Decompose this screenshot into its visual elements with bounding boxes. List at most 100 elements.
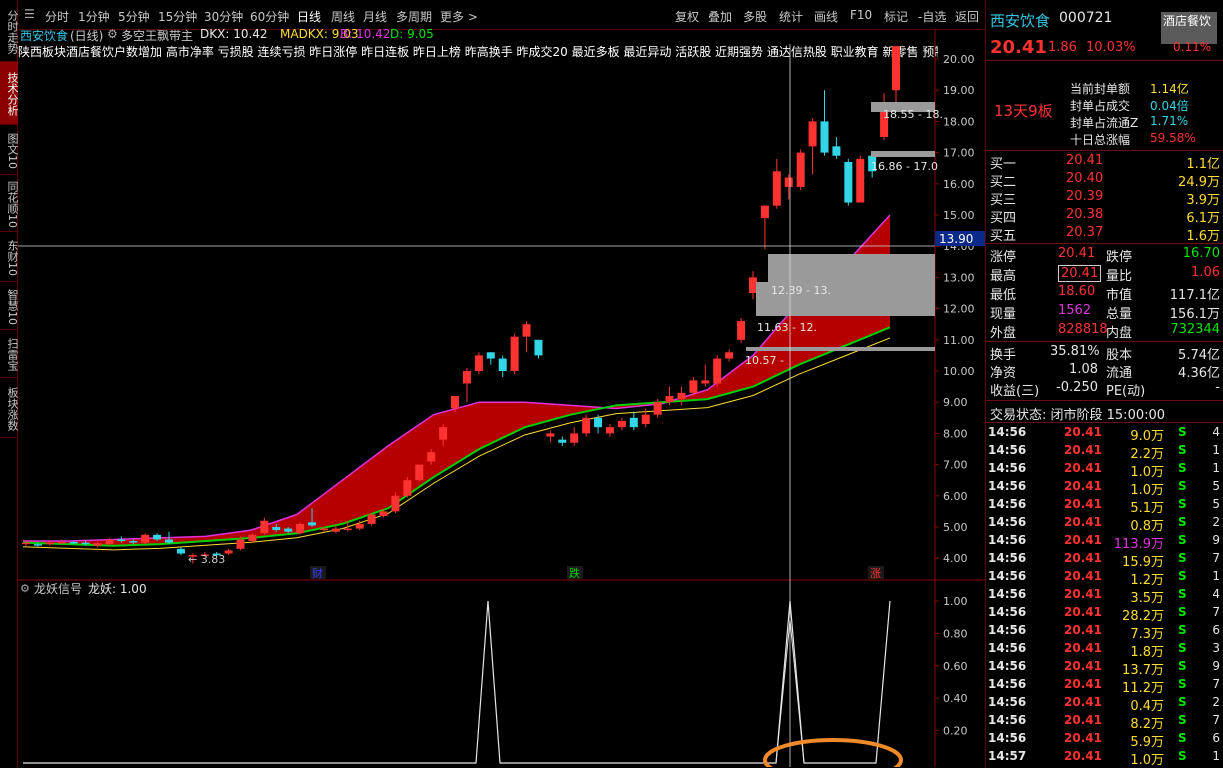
period-tab-2[interactable]: 5分钟	[118, 8, 150, 25]
tick-volume: 13.7万	[1122, 663, 1164, 678]
period-tab-8[interactable]: 月线	[363, 8, 387, 25]
candle-body	[45, 542, 54, 545]
candle-body	[451, 395, 460, 409]
period-tab-5[interactable]: 60分钟	[250, 8, 289, 25]
price-tick: 16.00	[943, 178, 975, 191]
period-tab-9[interactable]: 多周期	[396, 8, 432, 25]
price-tick: 11.00	[943, 334, 975, 347]
price-tick: 12.00	[943, 303, 975, 316]
period-tab-6[interactable]: 日线	[297, 8, 321, 25]
candle-body	[272, 527, 281, 531]
tick-volume: 8.2万	[1130, 717, 1164, 732]
tool-button-0[interactable]: 复权	[675, 8, 699, 25]
quote-label: 总量	[1106, 307, 1133, 322]
bid-price: 20.41	[1066, 153, 1104, 168]
sidebar-item-5[interactable]: 智慧10	[0, 282, 19, 330]
period-tab-3[interactable]: 15分钟	[158, 8, 197, 25]
quote-value: 1.08	[1069, 362, 1098, 377]
tool-button-6[interactable]: 标记	[884, 8, 908, 25]
tick-volume: 1.0万	[1130, 465, 1164, 480]
quote-stock-name: 西安饮食	[990, 12, 1051, 30]
bid-volume: 6.1万	[1186, 211, 1220, 226]
tick-volume: 15.9万	[1122, 555, 1164, 570]
candle-body	[713, 358, 722, 384]
candle-body	[129, 541, 138, 543]
tick-count: 1	[1212, 569, 1220, 583]
candle-body	[796, 152, 805, 187]
bid-label: 买一	[990, 157, 1017, 172]
tick-price: 20.41	[1064, 443, 1102, 457]
event-marks[interactable]: 财跌涨	[310, 566, 884, 580]
candle-body	[570, 433, 579, 443]
tool-button-7[interactable]: -自选	[918, 8, 946, 25]
info-label: 封单占成交	[1070, 99, 1131, 113]
sidebar-item-4[interactable]: 东财10	[0, 232, 19, 282]
chip-label: 18.55 - 18.	[883, 108, 943, 121]
tool-button-5[interactable]: F10	[850, 8, 872, 22]
longyao-signal-line	[23, 600, 891, 764]
tick-side: S	[1178, 461, 1187, 475]
event-mark: 财	[312, 566, 323, 580]
chip-label: 12.39 - 13.	[771, 284, 831, 297]
sidebar-item-0[interactable]: 分时走势	[0, 0, 19, 62]
candle-body	[844, 161, 853, 203]
candle-body	[33, 544, 42, 546]
chip-label: 16.86 - 17.0	[871, 160, 938, 173]
kline-chart[interactable]: 20.0019.0018.0017.0016.0015.0014.0013.00…	[18, 30, 985, 767]
tick-price: 20.41	[1064, 497, 1102, 511]
tool-button-8[interactable]: 返回	[955, 8, 979, 25]
candle-body	[748, 277, 757, 293]
tick-side: S	[1178, 659, 1187, 673]
tick-count: 7	[1212, 677, 1220, 691]
period-tab-4[interactable]: 30分钟	[204, 8, 243, 25]
tool-button-2[interactable]: 多股	[743, 8, 767, 25]
tick-time: 14:56	[988, 695, 1027, 709]
candle-body	[403, 480, 412, 496]
period-tab-10[interactable]: 更多 >	[440, 8, 478, 25]
candle-body	[57, 541, 66, 544]
candle-body	[558, 439, 567, 443]
quote-value: 20.41	[1058, 265, 1102, 282]
candle-body	[69, 541, 78, 544]
tool-button-3[interactable]: 统计	[779, 8, 803, 25]
tick-count: 7	[1212, 551, 1220, 565]
bid-label: 买五	[990, 229, 1017, 244]
period-tab-7[interactable]: 周线	[331, 8, 355, 25]
sidebar-item-1[interactable]: 技术分析	[0, 62, 19, 125]
tool-button-1[interactable]: 叠加	[708, 8, 732, 25]
candle-body	[486, 352, 495, 359]
tool-button-4[interactable]: 画线	[814, 8, 838, 25]
quote-label: 换手	[990, 348, 1017, 363]
bid-label: 买四	[990, 211, 1017, 226]
candle-body	[141, 534, 150, 543]
tick-volume: 7.3万	[1130, 627, 1164, 642]
chip-label: 11.63 - 12.	[757, 321, 817, 334]
tick-count: 3	[1212, 641, 1220, 655]
event-mark: 跌	[569, 566, 580, 580]
period-tab-1[interactable]: 1分钟	[78, 8, 110, 25]
candle-body	[605, 427, 614, 434]
candle-body	[474, 355, 483, 371]
candle-body	[629, 417, 638, 428]
period-tab-0[interactable]: 分时	[45, 8, 69, 25]
candle-body	[725, 352, 734, 359]
sidebar-item-2[interactable]: 图文10	[0, 125, 19, 175]
sub-title: 龙妖信号	[34, 582, 82, 596]
price-tick: 4.00	[943, 552, 968, 565]
sidebar-item-3[interactable]: 同花顺10	[0, 175, 19, 232]
tick-volume: 3.5万	[1130, 591, 1164, 606]
tick-count: 9	[1212, 659, 1220, 673]
candle-body	[522, 324, 531, 337]
tick-price: 20.41	[1064, 623, 1102, 637]
tick-price: 20.41	[1064, 461, 1102, 475]
menu-icon[interactable]: ☰	[24, 7, 35, 21]
tick-side: S	[1178, 515, 1187, 529]
candle-body	[117, 539, 126, 542]
tick-count: 4	[1212, 587, 1220, 601]
sidebar-item-6[interactable]: 扫雷宝	[0, 330, 19, 378]
candle-body	[784, 177, 793, 187]
sidebar-item-7[interactable]: 板块涨数	[0, 378, 19, 438]
tick-volume: 2.2万	[1130, 447, 1164, 462]
tick-side: S	[1178, 713, 1187, 727]
candle-body	[153, 534, 162, 540]
